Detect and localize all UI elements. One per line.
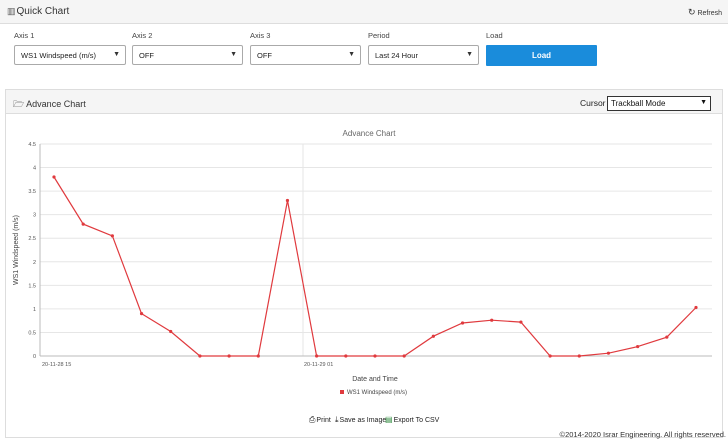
data-point	[81, 222, 85, 226]
x-tick-label: 20-11-29 01	[304, 362, 333, 368]
y-tick-label: 2.5	[28, 236, 36, 242]
chart-title: Advance Chart	[343, 129, 397, 138]
data-point	[344, 354, 348, 358]
y-tick-label: 1	[33, 307, 36, 313]
data-point	[460, 321, 465, 325]
footer-copyright: ©2014-2020 Israr Engineering. All rights…	[559, 430, 726, 439]
y-tick-label: 0.5	[28, 330, 36, 336]
data-point	[256, 354, 260, 358]
y-tick-label: 4	[33, 166, 36, 172]
save-image-button[interactable]: ⤓Save as Image	[335, 415, 386, 425]
x-axis-label: Date and Time	[352, 376, 398, 383]
print-icon: ⎙	[309, 415, 316, 424]
data-point	[198, 354, 202, 358]
data-point	[52, 175, 56, 179]
data-point	[694, 305, 698, 310]
data-point	[577, 354, 581, 358]
download-icon: ⤓	[335, 415, 339, 424]
data-point	[548, 354, 552, 358]
data-point	[636, 344, 640, 349]
data-point	[227, 354, 231, 358]
y-tick-label: 0	[33, 354, 36, 360]
line-chart: Advance Chart 0 0.5 1 1.5 2 2.5 3 3.5 4 4.5 20-11-2…	[13, 129, 712, 383]
data-point	[490, 318, 494, 322]
data-point	[139, 312, 144, 316]
y-tick-label: 2	[33, 260, 36, 266]
data-point	[431, 334, 435, 338]
data-point	[519, 320, 523, 324]
data-point	[315, 354, 319, 358]
data-point	[110, 234, 114, 238]
data-point	[402, 354, 406, 358]
data-point	[606, 351, 611, 355]
y-tick-label: 4.5	[28, 142, 36, 148]
csv-icon: ▤	[385, 415, 393, 424]
data-point	[665, 335, 669, 339]
y-tick-label: 1.5	[28, 283, 36, 289]
data-point	[169, 329, 173, 334]
data-point	[373, 354, 377, 358]
x-tick-label: 20-11-28 15	[42, 362, 71, 368]
legend-swatch	[340, 390, 344, 395]
y-tick-label: 3	[33, 213, 36, 219]
chart-legend[interactable]: WS1 Windspeed (m/s)	[340, 390, 407, 396]
y-tick-label: 3.5	[28, 189, 36, 195]
y-axis-label: WS1 Windspeed (m/s)	[13, 215, 20, 285]
export-csv-button[interactable]: ▤Export To CSV	[385, 415, 439, 424]
series-line	[53, 176, 697, 357]
print-button[interactable]: ⎙Print	[309, 415, 331, 425]
data-point	[285, 198, 290, 203]
